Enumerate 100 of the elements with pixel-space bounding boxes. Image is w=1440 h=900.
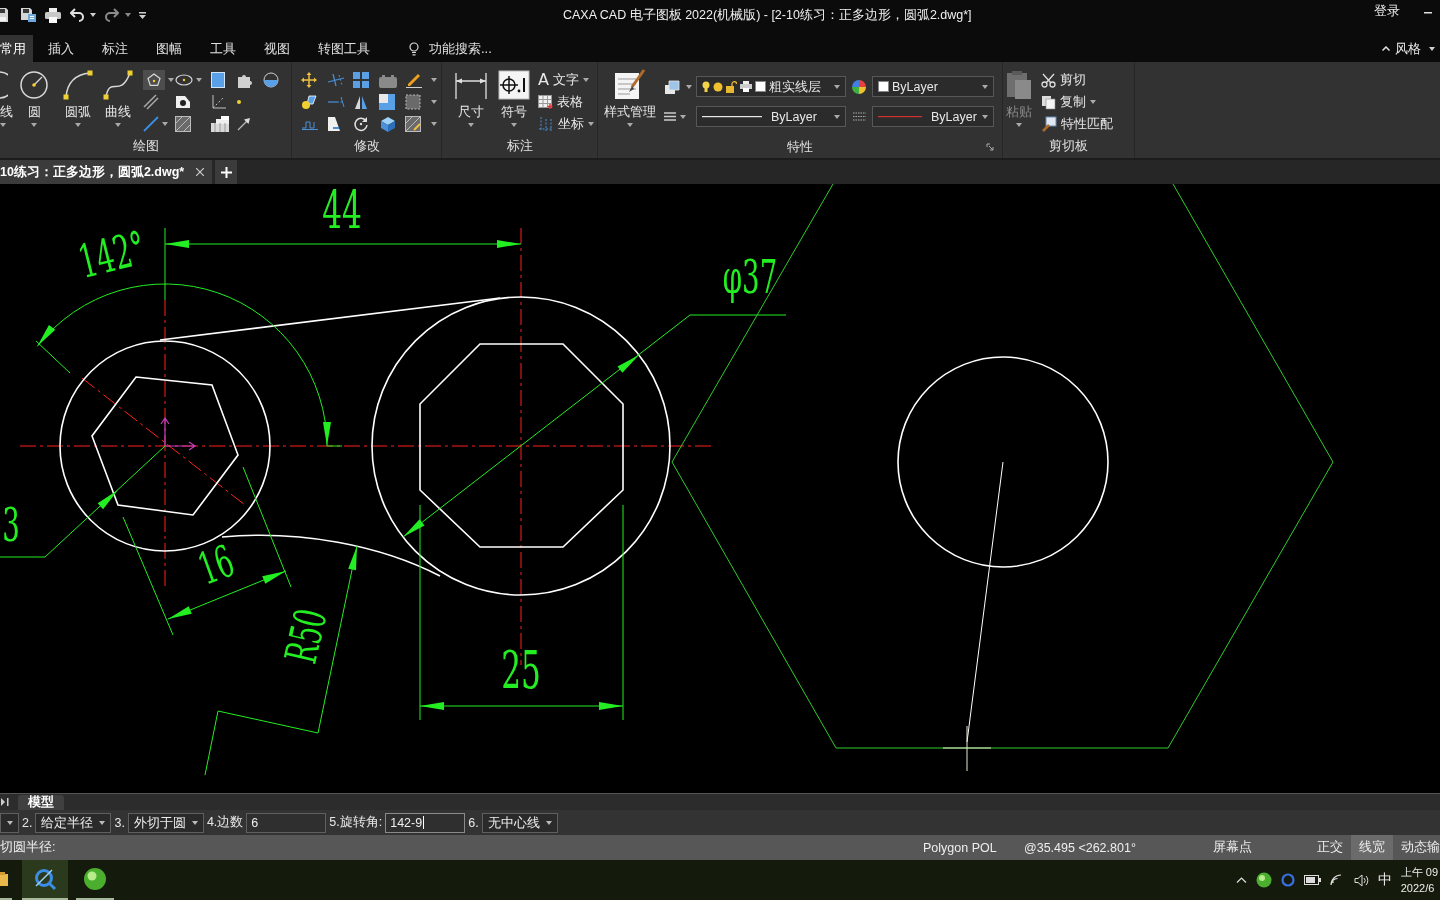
move-icon[interactable] (301, 72, 317, 88)
caret-icon[interactable] (1090, 100, 1096, 104)
dashed-square-icon[interactable] (405, 94, 421, 110)
sphere-icon[interactable] (1255, 872, 1272, 888)
redo-icon[interactable] (104, 8, 119, 22)
caret-icon[interactable] (982, 114, 988, 119)
option-dropdown[interactable]: 无中心线 (481, 812, 558, 833)
lineweight-icon[interactable] (852, 111, 866, 122)
caret-icon[interactable] (196, 78, 202, 82)
floppy-icon[interactable] (0, 7, 8, 23)
caret-icon[interactable] (90, 13, 96, 17)
rotate-icon[interactable] (353, 116, 369, 132)
filled-region-icon[interactable] (175, 95, 191, 109)
dot-shape-icon[interactable] (301, 94, 317, 110)
caret-icon[interactable] (99, 820, 106, 825)
undo-icon[interactable] (70, 8, 85, 22)
ribbon-tab[interactable]: 工具 (197, 35, 249, 62)
style-manager-button[interactable]: 样式管理 (602, 69, 658, 136)
pencil-icon[interactable] (405, 72, 423, 88)
layers-icon[interactable] (664, 78, 682, 95)
copy-button[interactable]: 复制 (1041, 91, 1113, 113)
parallel-lines-icon[interactable] (143, 94, 159, 110)
linetype-dropdown[interactable]: ByLayer (696, 106, 846, 127)
minimize-icon[interactable] (1424, 12, 1432, 14)
caret-icon[interactable] (31, 123, 37, 127)
caret-icon[interactable] (982, 84, 988, 89)
text-button[interactable]: A 文字 (538, 69, 594, 91)
login-button[interactable]: 登录 (1374, 3, 1400, 19)
caret-icon[interactable] (627, 123, 633, 127)
caret-icon[interactable] (191, 820, 198, 825)
axes-icon[interactable] (211, 94, 227, 110)
line-icon[interactable] (143, 116, 159, 132)
ring-icon[interactable] (1280, 873, 1295, 887)
ribbon-tab[interactable]: 插入 (35, 35, 87, 62)
stacked-blocks-icon[interactable] (211, 116, 229, 132)
battery-icon[interactable] (1303, 875, 1321, 885)
status-toggle[interactable]: 动态输 (1393, 835, 1440, 860)
color-dropdown[interactable]: ByLayer (872, 76, 994, 97)
hatch-pencil-icon[interactable] (405, 116, 421, 132)
new-tab-button[interactable] (215, 160, 238, 184)
caret-icon[interactable] (588, 122, 594, 126)
caret-icon[interactable] (0, 123, 6, 127)
option-dropdown[interactable]: 给定半径 (35, 812, 112, 833)
taskbar-app[interactable] (22, 860, 68, 900)
caret-icon[interactable] (686, 84, 692, 89)
ribbon-tab[interactable]: 视图 (251, 35, 303, 62)
speaker-icon[interactable] (1353, 873, 1369, 887)
option-dropdown[interactable] (0, 812, 19, 833)
option-dropdown[interactable]: 外切于圆 (127, 812, 204, 833)
cut-button[interactable]: 剪切 (1041, 69, 1113, 91)
caret-icon[interactable] (680, 114, 686, 119)
coordinate-button[interactable]: 坐标 (538, 113, 594, 135)
caret-icon[interactable] (834, 114, 840, 119)
dimension-button[interactable]: 尺寸 (452, 69, 490, 136)
hatch-icon[interactable] (175, 116, 191, 132)
lineweight-dropdown[interactable]: ByLayer (872, 106, 994, 127)
chevron-up-icon[interactable] (1235, 877, 1247, 883)
close-icon[interactable] (196, 168, 205, 176)
caret-icon[interactable] (125, 13, 131, 17)
caret-icon[interactable] (168, 78, 174, 82)
spline-button[interactable]: 曲线 (100, 69, 136, 136)
caret-icon[interactable] (6, 820, 13, 825)
half-circle-icon[interactable] (263, 72, 279, 88)
caret-icon[interactable] (834, 84, 840, 89)
document-tab[interactable]: 10练习：正多边形，圆弧2.dwg* (0, 160, 213, 184)
customize-icon[interactable] (139, 11, 146, 19)
print-icon[interactable] (45, 7, 61, 23)
feature-search-field[interactable]: 功能搜索... (429, 41, 515, 56)
caret-icon[interactable] (1429, 46, 1435, 51)
extend-lines-icon[interactable] (327, 96, 345, 108)
color-wheel-icon[interactable] (852, 79, 866, 94)
status-toggle[interactable]: 正交 (1309, 835, 1351, 860)
caret-icon[interactable] (431, 122, 437, 126)
step-lines-icon[interactable] (301, 118, 319, 130)
dialog-launcher-icon[interactable] (986, 143, 994, 151)
caret-icon[interactable] (115, 123, 121, 127)
floppy-copy-icon[interactable] (20, 7, 37, 23)
ribbon-tab[interactable]: 转图工具 (305, 35, 383, 62)
layout-tab[interactable]: 模型 (18, 795, 64, 810)
trapezoid-icon[interactable] (327, 116, 341, 132)
ribbon-tab[interactable]: 图幅 (143, 35, 195, 62)
snap-mode-label[interactable]: 屏幕点 (1213, 839, 1252, 856)
lines-icon[interactable] (664, 112, 676, 121)
style-menu-button[interactable]: 风格 (1395, 39, 1435, 58)
caret-icon[interactable] (75, 123, 81, 127)
caret-icon[interactable] (431, 100, 437, 104)
status-toggle[interactable]: 线宽 (1351, 835, 1393, 860)
box-icon[interactable] (379, 72, 397, 88)
arrow-icon[interactable] (237, 117, 251, 131)
caret-icon[interactable] (431, 78, 437, 82)
match-properties-button[interactable]: 特性匹配 (1041, 113, 1113, 135)
caret-icon[interactable] (582, 78, 589, 82)
caret-icon[interactable] (468, 123, 474, 127)
grid-icon[interactable] (353, 72, 369, 88)
ribbon-tab[interactable]: 标注 (89, 35, 141, 62)
table-button[interactable]: 表格 (538, 91, 594, 113)
nav-icon[interactable] (1, 798, 10, 806)
point-icon[interactable] (237, 100, 241, 104)
chevron-up-icon[interactable] (1382, 46, 1390, 51)
arc-button[interactable]: 圆弧 (60, 69, 96, 136)
